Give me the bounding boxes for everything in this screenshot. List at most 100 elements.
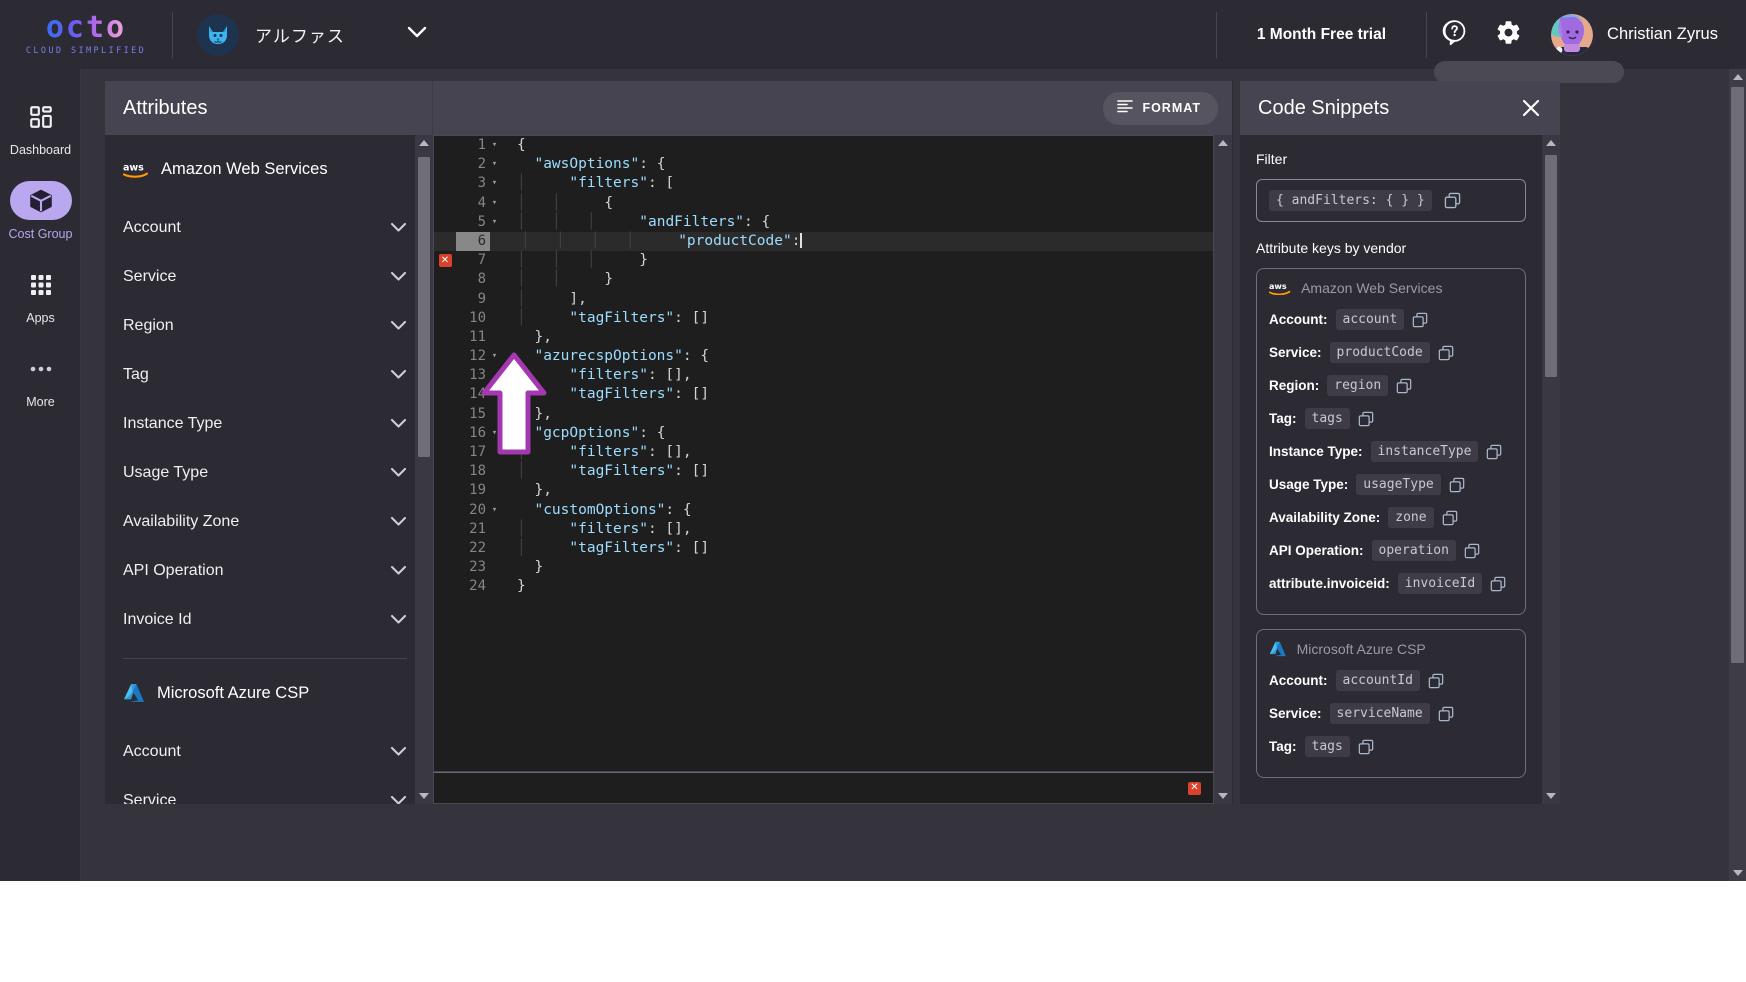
vendor-key-row: Account: account <box>1269 305 1513 334</box>
attributes-vendor-header: aws Amazon Web Services <box>123 135 407 203</box>
code-fold-toggle[interactable]: ▾ <box>486 194 503 213</box>
copy-icon[interactable] <box>1412 312 1428 328</box>
vendor-key-value[interactable]: region <box>1327 375 1389 396</box>
attribute-row-availability-zone[interactable]: Availability Zone <box>123 497 407 546</box>
sidebar-item-cost-group[interactable]: Cost Group <box>0 171 81 255</box>
line-number: 9 <box>477 290 486 307</box>
vendor-key-value[interactable]: instanceType <box>1370 441 1479 462</box>
scroll-up-arrow[interactable] <box>1214 135 1232 151</box>
vendor-key-value[interactable]: usageType <box>1356 474 1441 495</box>
copy-icon[interactable] <box>1490 576 1506 592</box>
sidebar-item-dashboard[interactable]: Dashboard <box>0 87 81 171</box>
format-button[interactable]: FORMAT <box>1103 91 1218 125</box>
chevron-down-icon[interactable] <box>390 320 407 331</box>
vendor-key-value[interactable]: account <box>1335 309 1405 330</box>
chevron-down-icon[interactable] <box>390 614 407 625</box>
octo-logo[interactable]: octo CLOUD SIMPLIFIED <box>0 0 172 69</box>
filter-snippet-code[interactable]: { andFilters: { } } <box>1269 190 1432 211</box>
chevron-down-icon[interactable] <box>390 565 407 576</box>
copy-icon[interactable] <box>1358 411 1374 427</box>
code-line-text: │ │ │ │ "productCode": <box>521 232 802 249</box>
vendor-key-value[interactable]: serviceName <box>1329 703 1430 724</box>
chevron-down-icon[interactable] <box>390 516 407 527</box>
code-line-text: │ │ │ "andFilters": { <box>517 213 771 230</box>
scroll-down-arrow[interactable] <box>415 788 433 804</box>
vendor-key-label: Account: <box>1269 312 1328 327</box>
attributes-scrollbar[interactable] <box>415 135 433 804</box>
vendor-key-value[interactable]: accountId <box>1335 670 1420 691</box>
sidebar-item-more[interactable]: More <box>0 339 81 423</box>
sidebar-item-apps[interactable]: Apps <box>0 255 81 339</box>
user-menu[interactable]: Christian Zyrus <box>1535 0 1746 69</box>
avatar <box>1551 13 1594 56</box>
chevron-down-icon[interactable] <box>390 467 407 478</box>
scrollbar-thumb[interactable] <box>1545 155 1557 377</box>
code-fold-toggle[interactable]: ▾ <box>486 174 503 193</box>
code-fold-toggle[interactable]: ▾ <box>486 155 503 174</box>
editor-wrapper: 1 ▾{2 ▾ "awsOptions": {3 ▾ │ "filters": [4 ▾ │… <box>433 135 1232 804</box>
vendor-key-value[interactable]: invoiceId <box>1397 573 1483 594</box>
close-icon[interactable] <box>1520 97 1542 119</box>
error-x-icon[interactable]: ✕ <box>438 254 452 268</box>
help-button[interactable] <box>1427 0 1481 69</box>
chevron-down-icon[interactable] <box>390 222 407 233</box>
org-selector[interactable]: アルファス <box>173 0 443 69</box>
copy-icon[interactable] <box>1438 706 1454 722</box>
attribute-row-region[interactable]: Region <box>123 301 407 350</box>
copy-icon[interactable] <box>1396 378 1412 394</box>
attribute-row-service[interactable]: Service <box>123 252 407 301</box>
settings-button[interactable] <box>1481 0 1535 69</box>
vendor-key-value[interactable]: tags <box>1304 736 1350 757</box>
vendor-key-value[interactable]: tags <box>1304 408 1350 429</box>
attribute-row-account[interactable]: Account <box>123 727 407 776</box>
scroll-up-arrow[interactable] <box>1729 69 1746 85</box>
copy-icon[interactable] <box>1449 477 1465 493</box>
attribute-row-tag[interactable]: Tag <box>123 350 407 399</box>
copy-icon[interactable] <box>1442 510 1458 526</box>
copy-icon[interactable] <box>1438 345 1454 361</box>
chevron-down-icon[interactable] <box>390 795 407 804</box>
attribute-row-instance-type[interactable]: Instance Type <box>123 399 407 448</box>
code-line: 10 │ "tagFilters": [] <box>434 309 1213 328</box>
scroll-up-arrow[interactable] <box>415 135 433 151</box>
code-fold-toggle[interactable]: ▾ <box>486 213 503 232</box>
code-fold-toggle[interactable]: ▾ <box>486 424 503 443</box>
code-fold-toggle[interactable]: ▾ <box>486 347 503 366</box>
attribute-row-usage-type[interactable]: Usage Type <box>123 448 407 497</box>
attribute-row-account[interactable]: Account <box>123 203 407 252</box>
page-scrollbar[interactable] <box>1729 69 1746 881</box>
page-body: Attributes aws Amazon Web Services Account… <box>81 61 1746 881</box>
vendor-key-value[interactable]: productCode <box>1329 342 1430 363</box>
error-x-icon[interactable]: ✕ <box>1188 781 1201 795</box>
line-number: 12 <box>469 348 486 365</box>
scroll-up-arrow[interactable] <box>1542 135 1560 151</box>
code-fold-toggle[interactable]: ▾ <box>486 501 503 520</box>
scroll-down-arrow[interactable] <box>1729 865 1746 881</box>
code-fold-toggle[interactable]: ▾ <box>486 136 503 155</box>
format-button-label: FORMAT <box>1142 101 1201 115</box>
attribute-row-invoice-id[interactable]: Invoice Id <box>123 595 407 644</box>
chevron-down-icon[interactable] <box>390 369 407 380</box>
copy-icon[interactable] <box>1444 192 1461 209</box>
code-line-text: "azurecspOptions": { <box>534 348 710 365</box>
snippets-scrollbar[interactable] <box>1542 135 1560 804</box>
attribute-row-api-operation[interactable]: API Operation <box>123 546 407 595</box>
chevron-down-icon[interactable] <box>390 746 407 757</box>
scrollbar-thumb[interactable] <box>418 157 430 457</box>
chevron-down-icon[interactable] <box>390 271 407 282</box>
vendor-key-value[interactable]: operation <box>1371 540 1456 561</box>
scrollbar-thumb[interactable] <box>1731 87 1744 663</box>
scroll-down-arrow[interactable] <box>1214 788 1232 804</box>
scroll-down-arrow[interactable] <box>1542 788 1560 804</box>
code-line-text: │ "filters": [ <box>517 175 675 192</box>
copy-icon[interactable] <box>1486 444 1502 460</box>
copy-icon[interactable] <box>1428 673 1444 689</box>
copy-icon[interactable] <box>1464 543 1480 559</box>
editor-scrollbar[interactable] <box>1214 135 1232 804</box>
code-line: 3 ▾ │ "filters": [ <box>434 174 1213 193</box>
code-editor[interactable]: 1 ▾{2 ▾ "awsOptions": {3 ▾ │ "filters": [4 ▾ │… <box>433 135 1214 772</box>
chevron-down-icon[interactable] <box>390 418 407 429</box>
attribute-row-service[interactable]: Service <box>123 776 407 804</box>
copy-icon[interactable] <box>1358 739 1374 755</box>
vendor-key-value[interactable]: zone <box>1388 507 1434 528</box>
